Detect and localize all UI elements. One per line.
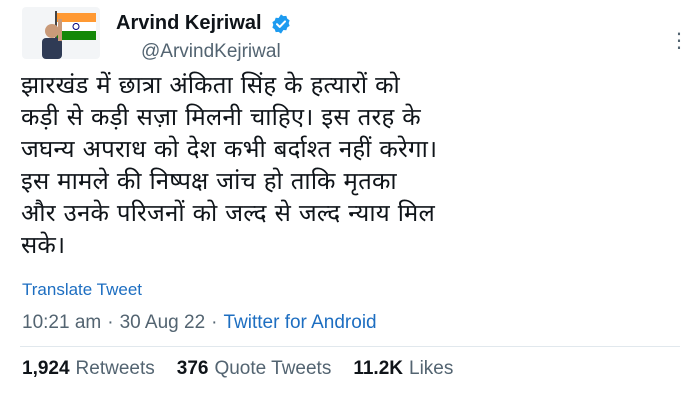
quote-tweets-count: 376 [176, 358, 209, 379]
divider [20, 346, 680, 347]
separator-dot: · [107, 312, 114, 333]
author-name-row[interactable]: Arvind Kejriwal [116, 12, 292, 35]
tweet-text: झारखंड में छात्रा अंकिता सिंह के हत्यारो… [21, 71, 438, 259]
author-name[interactable]: Arvind Kejriwal [116, 12, 262, 35]
avatar-image [22, 7, 100, 59]
tweet-stats: 1,924 Retweets 376 Quote Tweets 11.2K Li… [22, 358, 475, 380]
verified-badge-icon [271, 13, 290, 34]
translate-tweet-link[interactable]: Translate Tweet [22, 280, 142, 300]
tweet-source[interactable]: Twitter for Android [223, 312, 376, 334]
tweet-date[interactable]: 30 Aug 22 [120, 312, 206, 334]
avatar[interactable] [22, 7, 100, 59]
retweets-count: 1,924 [22, 358, 70, 379]
more-options-icon[interactable]: ⋮ [669, 28, 690, 52]
retweets-label: Retweets [75, 358, 155, 379]
likes-count: 11.2K [353, 358, 403, 379]
retweets-stat[interactable]: 1,924 Retweets [22, 358, 155, 380]
quote-tweets-label: Quote Tweets [214, 358, 332, 379]
author-handle[interactable]: @ArvindKejriwal [141, 41, 281, 63]
quote-tweets-stat[interactable]: 376 Quote Tweets [177, 358, 332, 380]
likes-stat[interactable]: 11.2K Likes [353, 358, 453, 380]
separator-dot: · [211, 312, 218, 333]
tweet-time[interactable]: 10:21 am [22, 312, 101, 334]
likes-label: Likes [409, 358, 454, 379]
tweet-metadata: 10:21 am · 30 Aug 22 · Twitter for Andro… [22, 312, 377, 334]
